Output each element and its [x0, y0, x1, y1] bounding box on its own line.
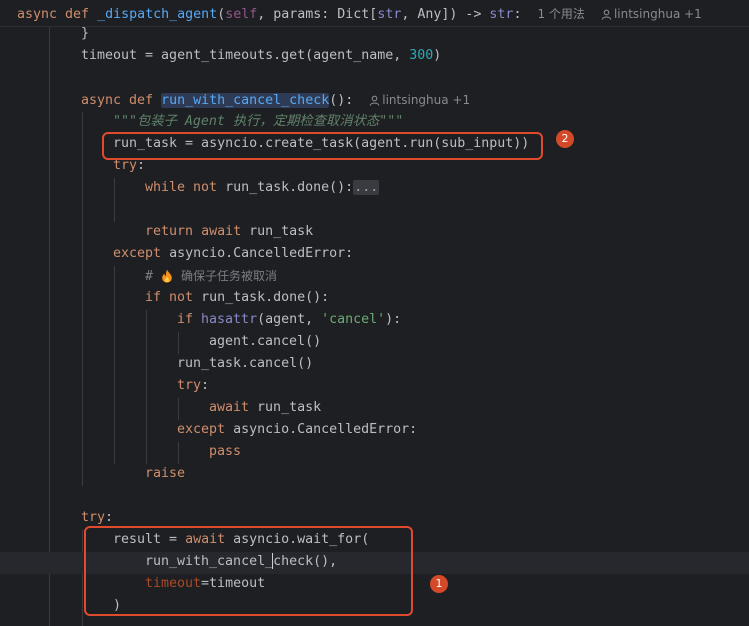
author-hint[interactable]: lintsinghua +1: [601, 7, 702, 21]
kw-try: try: [81, 510, 106, 525]
indent-guide: [178, 398, 179, 420]
code-line-14[interactable]: if hasattr(agent, 'cancel'):: [177, 309, 401, 331]
builtin-hasattr: hasattr: [201, 312, 258, 327]
colon: :: [513, 7, 522, 22]
code-line-20[interactable]: pass: [209, 441, 241, 463]
indent-guide: [114, 266, 115, 464]
paren-close: ): [433, 48, 442, 63]
kw-except: except: [113, 246, 162, 261]
return-type: str: [489, 7, 514, 22]
closing-brace: }: [81, 26, 90, 41]
author-hint[interactable]: lintsinghua +1: [369, 93, 470, 107]
kw-if: if: [177, 312, 194, 327]
colon: :: [105, 510, 114, 525]
kw-await: await: [201, 224, 242, 239]
kw-pass: pass: [209, 444, 242, 459]
code-line-8[interactable]: while not run_task.done():...: [145, 177, 380, 199]
code-line-2[interactable]: timeout = agent_timeouts.get(agent_name,…: [81, 45, 441, 67]
code-line-16[interactable]: run_task.cancel(): [177, 353, 313, 375]
if-cond: run_task.done():: [201, 290, 330, 305]
kw-not: not: [193, 180, 218, 195]
kw-try: try: [113, 158, 138, 173]
kw-not: not: [169, 290, 194, 305]
colon: :: [137, 158, 146, 173]
kw-raise: raise: [145, 466, 186, 481]
annotation-box-1: [84, 526, 413, 616]
return-value: run_task: [249, 224, 314, 239]
person-icon: [601, 9, 612, 20]
kw-async: async: [17, 7, 58, 22]
self-param: self: [225, 7, 258, 22]
paren-colon: ):: [385, 312, 402, 327]
signature-line[interactable]: async def _dispatch_agent(self, params: …: [17, 5, 702, 22]
colon: :: [201, 378, 210, 393]
comment-hash: #: [145, 269, 154, 284]
kw-except: except: [177, 422, 226, 437]
code-line-1[interactable]: }: [81, 23, 89, 45]
kw-async: async: [81, 93, 122, 108]
code-line-10[interactable]: return await run_task: [145, 221, 313, 243]
hasattr-args: (agent,: [257, 312, 322, 327]
code-line-5[interactable]: """包装子 Agent 执行，定期检查取消状态""": [113, 111, 403, 133]
author-name: lintsinghua +1: [382, 93, 471, 107]
indent-guide: [146, 310, 147, 464]
kw-await: await: [209, 400, 250, 415]
indent-guide: [82, 530, 83, 626]
sticky-header: async def _dispatch_agent(self, params: …: [0, 0, 749, 27]
number-300: 300: [409, 48, 434, 63]
kw-return: return: [145, 224, 194, 239]
agent-cancel: agent.cancel(): [209, 334, 322, 349]
code-line-13[interactable]: if not run_task.done():: [145, 287, 329, 309]
while-cond: run_task.done():: [225, 180, 354, 195]
indent-guide: [178, 332, 179, 354]
params-text: , params: Dict[: [257, 7, 378, 22]
await-target: run_task: [257, 400, 322, 415]
code-line-17[interactable]: try:: [177, 375, 209, 397]
string-cancel: 'cancel': [321, 312, 386, 327]
person-icon: [370, 95, 380, 106]
docstring: """包装子 Agent 执行，定期检查取消状态""": [113, 114, 404, 129]
function-name[interactable]: _dispatch_agent: [97, 7, 217, 22]
indent-guide: [82, 112, 83, 486]
indent-guide: [114, 178, 115, 222]
task-cancel: run_task.cancel(): [177, 356, 314, 371]
indent-guide: [49, 27, 50, 626]
indent-guide: [178, 442, 179, 464]
annotation-box-2: [102, 132, 543, 160]
annotation-badge-1: 1: [430, 575, 448, 593]
usages-hint[interactable]: 1 个用法: [537, 7, 584, 21]
author-name: lintsinghua +1: [613, 7, 702, 21]
paren: (: [217, 7, 226, 22]
params-sep: , Any]) ->: [401, 7, 490, 22]
comment-text: 确保子任务被取消: [181, 269, 278, 283]
code-line-18[interactable]: await run_task: [209, 397, 321, 419]
kw-def: def: [129, 93, 154, 108]
str-type: str: [377, 7, 402, 22]
kw-while: while: [145, 180, 186, 195]
kw-def: def: [65, 7, 90, 22]
kw-if: if: [145, 290, 162, 305]
function-name-highlighted[interactable]: run_with_cancel_check: [161, 93, 330, 108]
except-type: asyncio.CancelledError:: [233, 422, 418, 437]
code-line-21[interactable]: raise: [145, 463, 185, 485]
except-type: asyncio.CancelledError:: [169, 246, 354, 261]
kw-try: try: [177, 378, 202, 393]
def-tail: ():: [329, 93, 354, 108]
folded-code[interactable]: ...: [353, 180, 380, 195]
code-line-12[interactable]: # 确保子任务被取消: [145, 265, 277, 287]
annotation-badge-2: 2: [556, 130, 574, 148]
code-line-11[interactable]: except asyncio.CancelledError:: [113, 243, 353, 265]
code-line-15[interactable]: agent.cancel(): [209, 331, 321, 353]
code-line-19[interactable]: except asyncio.CancelledError:: [177, 419, 417, 441]
code-line-4[interactable]: async def run_with_cancel_check(): lints…: [81, 89, 470, 111]
timeout-assign: timeout = agent_timeouts.get(agent_name,: [81, 48, 410, 63]
fire-icon: [162, 269, 172, 283]
